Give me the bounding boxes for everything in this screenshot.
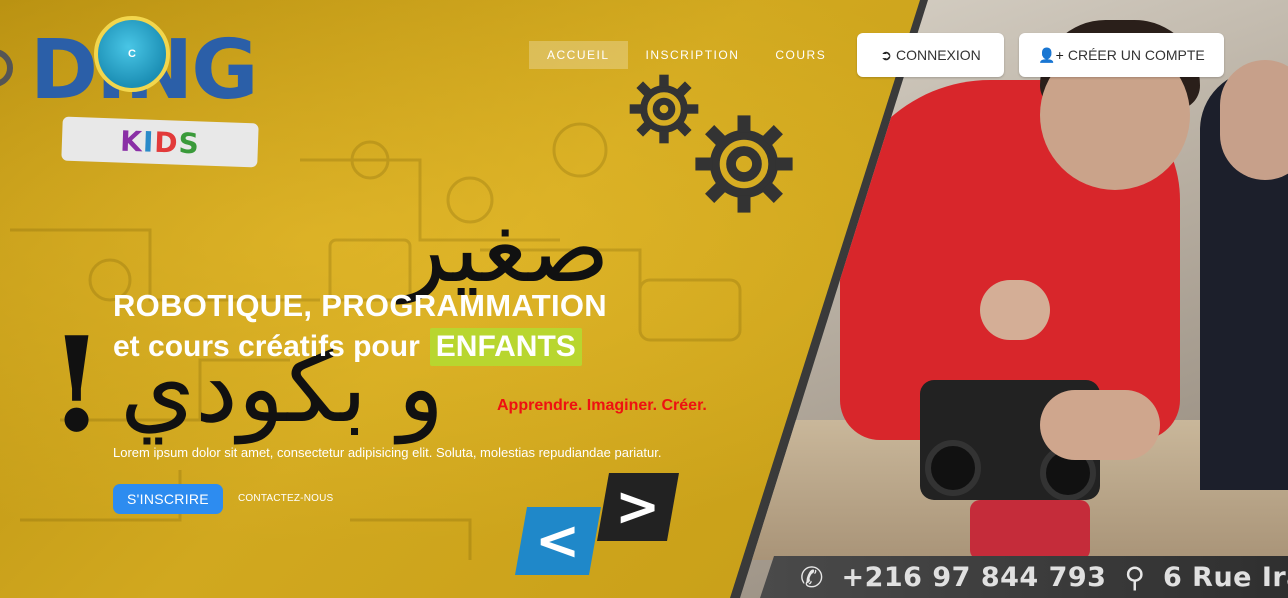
nav-item-inscription[interactable]: INSCRIPTION <box>628 41 758 69</box>
nav-item-cours[interactable]: COURS <box>757 41 844 69</box>
chevron-left-icon: < <box>535 509 581 572</box>
hero-description: Lorem ipsum dolor sit amet, consectetur … <box>113 445 662 460</box>
student-hand <box>1040 390 1160 460</box>
signup-cta-button[interactable]: S'INSCRIRE <box>113 484 223 514</box>
gear-icon <box>695 115 793 213</box>
phone-icon: ✆ <box>800 561 824 593</box>
student-hand <box>980 280 1050 340</box>
user-plus-icon: 👤+ <box>1038 46 1064 63</box>
slider-next-button[interactable]: > <box>597 473 679 541</box>
connexion-button[interactable]: ➲ CONNEXION <box>857 33 1004 77</box>
contact-strip: ✆ +216 97 844 793 ⚲ 6 Rue Irak B <box>760 556 1288 598</box>
contact-link[interactable]: CONTACTEZ-NOUS <box>238 493 333 504</box>
main-nav: ACCUEIL INSCRIPTION COURS <box>529 41 844 69</box>
connexion-label: CONNEXION <box>895 47 981 63</box>
hero-headline-line1: ROBOTIQUE, PROGRAMMATION <box>113 288 607 323</box>
contact-phone[interactable]: +216 97 844 793 <box>841 562 1106 593</box>
slider-prev-button[interactable]: < <box>515 507 601 575</box>
robot-wheel <box>925 440 981 496</box>
hero-section: ✆ +216 97 844 793 ⚲ 6 Rue Irak B <box>0 0 1288 598</box>
arabic-deco-exclaim: ! <box>48 308 106 461</box>
hero-tagline: Apprendre. Imaginer. Créer. <box>497 397 707 414</box>
contact-address: 6 Rue Irak B <box>1162 561 1288 593</box>
arabic-deco-line1: صغير <box>400 192 610 304</box>
sign-in-icon: ➲ <box>880 46 892 63</box>
map-pin-icon: ⚲ <box>1124 561 1145 593</box>
gear-icon <box>0 49 13 87</box>
second-student-head <box>1220 60 1288 180</box>
chevron-right-icon: > <box>615 475 661 538</box>
logo-kids-letter: K <box>119 124 144 158</box>
logo-kids-text: KIDS <box>120 124 201 160</box>
logo-kids-letter: D <box>153 125 180 160</box>
red-component <box>970 500 1090 560</box>
logo-badge: C <box>94 16 170 92</box>
site-logo[interactable]: DING C KIDS <box>0 12 270 172</box>
hero-headline-highlight: ENFANTS <box>429 328 582 366</box>
create-account-label: CRÉER UN COMPTE <box>1067 47 1205 63</box>
hero-headline-prefix: et cours créatifs pour <box>113 330 420 363</box>
logo-badge-text: C <box>128 48 136 60</box>
logo-kids-banner: KIDS <box>61 116 259 168</box>
hero-headline-line2: et cours créatifs pour ENFANTS <box>113 328 582 366</box>
logo-kids-letter: S <box>178 126 201 160</box>
nav-item-accueil[interactable]: ACCUEIL <box>529 41 628 69</box>
create-account-button[interactable]: 👤+ CRÉER UN COMPTE <box>1019 33 1224 77</box>
